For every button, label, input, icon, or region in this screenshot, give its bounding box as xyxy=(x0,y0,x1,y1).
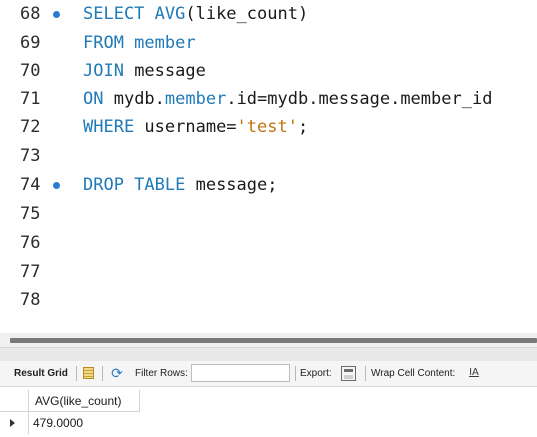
editor-line[interactable]: 74 DROP TABLE message; xyxy=(0,171,537,200)
editor-line[interactable]: 68 SELECT AVG(like_count) xyxy=(0,0,537,29)
sql-keyword: ON xyxy=(83,89,104,109)
code-text[interactable]: FROM member xyxy=(83,29,196,58)
editor-line[interactable]: 77 xyxy=(0,258,537,287)
result-grid-header: AVG(like_count) xyxy=(0,390,537,412)
line-number: 71 xyxy=(20,89,41,109)
result-grid-label[interactable]: Result Grid xyxy=(14,361,68,386)
sql-text: username= xyxy=(134,117,237,137)
toolbar-separator xyxy=(102,366,103,381)
sql-keyword: JOIN xyxy=(83,61,124,81)
row-pointer-icon xyxy=(10,419,15,427)
editor-line[interactable]: 70 JOIN message xyxy=(0,57,537,86)
filter-rows-label: Filter Rows: xyxy=(135,368,188,379)
refresh-icon[interactable]: ⟳ xyxy=(110,366,124,380)
line-number: 75 xyxy=(20,204,41,224)
sql-keyword: SELECT AVG xyxy=(83,4,186,24)
line-number: 78 xyxy=(20,290,41,310)
sql-keyword: FROM member xyxy=(83,33,196,53)
table-cell[interactable]: 479.0000 xyxy=(29,412,140,434)
sql-keyword: WHERE xyxy=(83,117,135,137)
export-label: Export: xyxy=(300,368,332,379)
statement-marker-icon xyxy=(53,182,60,189)
grid-corner-cell[interactable] xyxy=(0,390,29,412)
export-icon[interactable] xyxy=(341,366,356,381)
column-header-avg-like-count[interactable]: AVG(like_count) xyxy=(29,390,140,412)
toolbar-separator xyxy=(295,366,296,381)
line-number: 77 xyxy=(20,262,41,282)
result-grid: AVG(like_count) 479.0000 xyxy=(0,387,537,437)
row-selector[interactable] xyxy=(0,412,29,434)
code-text[interactable]: ON mydb.member.id=mydb.message.member_id xyxy=(83,85,492,114)
editor-line[interactable]: 72 WHERE username='test'; xyxy=(0,113,537,142)
table-row[interactable]: 479.0000 xyxy=(0,412,537,434)
result-grid-icon[interactable] xyxy=(83,367,94,379)
statement-marker-icon xyxy=(53,11,60,18)
line-number: 74 xyxy=(20,175,41,195)
editor-line[interactable]: 76 xyxy=(0,229,537,258)
editor-line[interactable]: 71 ON mydb.member.id=mydb.message.member_… xyxy=(0,85,537,114)
line-number: 70 xyxy=(20,61,41,81)
sql-string: 'test' xyxy=(236,117,298,137)
filter-rows-input[interactable] xyxy=(191,364,290,382)
toolbar-separator xyxy=(76,366,77,381)
line-number: 73 xyxy=(20,146,41,166)
sql-text: message xyxy=(123,61,206,81)
sql-text: .id=mydb.message.member_id xyxy=(226,89,493,109)
mysql-workbench-query-view: 68 SELECT AVG(like_count) 69 FROM member 70 J… xyxy=(0,0,537,437)
sql-text: ; xyxy=(297,117,309,137)
code-text[interactable]: SELECT AVG(like_count) xyxy=(83,0,308,29)
editor-line[interactable]: 78 xyxy=(0,286,537,315)
editor-horizontal-scrollbar[interactable] xyxy=(0,333,537,347)
editor-line[interactable]: 73 xyxy=(0,142,537,171)
panel-splitter[interactable] xyxy=(0,347,537,361)
code-text[interactable]: DROP TABLE message; xyxy=(83,171,277,200)
editor-line[interactable]: 69 FROM member xyxy=(0,29,537,58)
wrap-cell-content-label: Wrap Cell Content: xyxy=(371,368,456,379)
toolbar-separator xyxy=(365,366,366,381)
sql-text: mydb. xyxy=(103,89,165,109)
scrollbar-thumb[interactable] xyxy=(10,338,537,343)
line-number: 69 xyxy=(20,33,41,53)
sql-text: (like_count) xyxy=(185,4,309,24)
line-number: 76 xyxy=(20,233,41,253)
line-number: 68 xyxy=(20,4,41,24)
code-text[interactable]: WHERE username='test'; xyxy=(83,113,308,142)
sql-text: message; xyxy=(185,175,278,195)
sql-editor[interactable]: 68 SELECT AVG(like_count) 69 FROM member 70 J… xyxy=(0,0,537,333)
wrap-cell-content-icon[interactable]: IA xyxy=(468,366,480,380)
sql-keyword: member xyxy=(164,89,227,109)
code-text[interactable]: JOIN message xyxy=(83,57,206,86)
editor-line[interactable]: 75 xyxy=(0,200,537,229)
result-toolbar: Result Grid ⟳ Filter Rows: Export: Wrap … xyxy=(0,361,537,387)
sql-keyword: DROP TABLE xyxy=(83,175,186,195)
line-number: 72 xyxy=(20,117,41,137)
